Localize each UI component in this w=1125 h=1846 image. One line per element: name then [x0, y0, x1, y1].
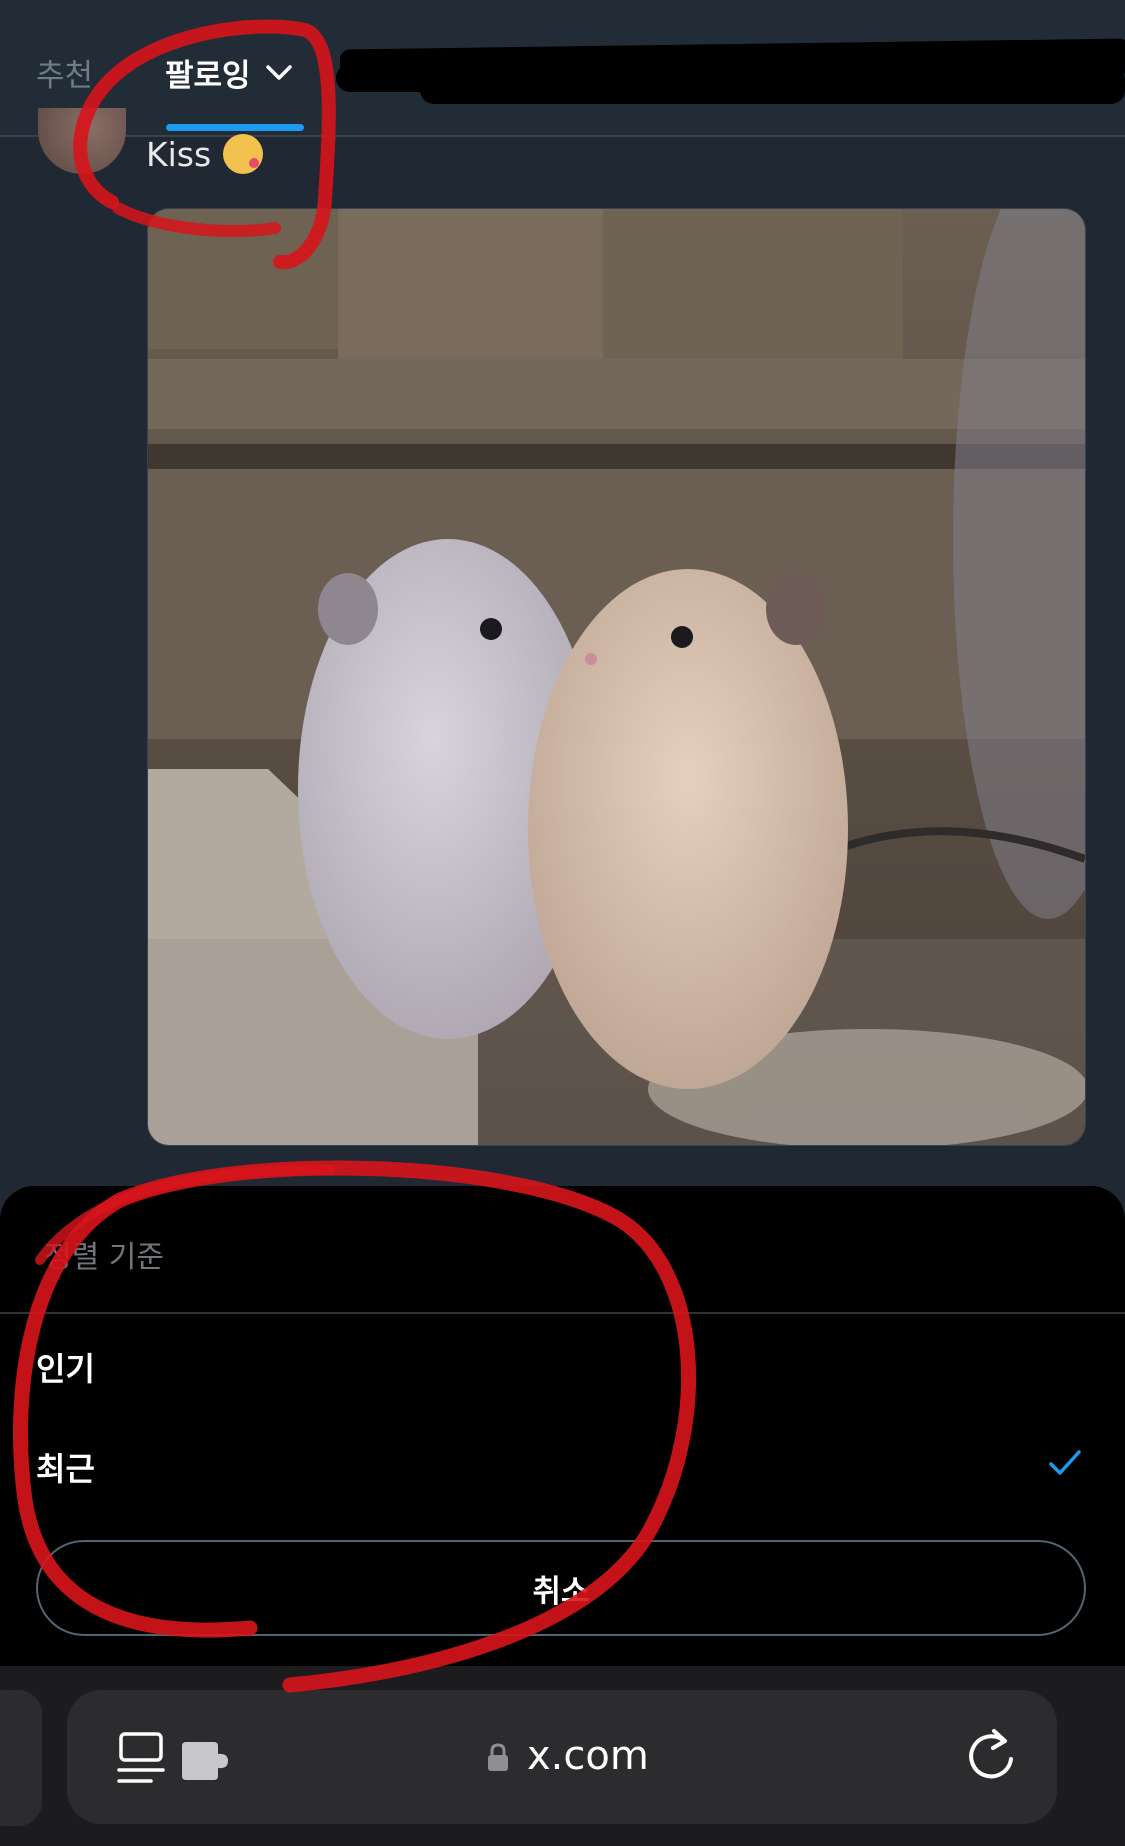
post-image[interactable]: [147, 208, 1086, 1146]
cancel-button-label: 취소: [532, 1573, 590, 1610]
tab-following[interactable]: 팔로잉: [165, 50, 293, 95]
active-tab-indicator: [166, 124, 304, 131]
sheet-title: 정렬 기준: [44, 1240, 164, 1275]
redaction-bar: [420, 66, 1125, 104]
previous-tab-preview[interactable]: [0, 1690, 42, 1826]
sort-option-popular[interactable]: 인기: [36, 1344, 95, 1390]
extension-puzzle-icon[interactable]: [180, 1740, 230, 1782]
sort-option-recent[interactable]: 최근: [36, 1444, 95, 1490]
reload-icon[interactable]: [964, 1725, 1020, 1785]
avatar[interactable]: [38, 108, 126, 174]
kissing-face-icon: [223, 134, 264, 174]
tab-recommended[interactable]: 추천: [36, 50, 93, 95]
redaction-bar: [336, 64, 446, 92]
chevron-down-icon: [265, 64, 292, 80]
checkmark-icon: [1049, 1450, 1081, 1475]
post-caption: Kiss: [146, 134, 212, 174]
tab-following-label: 팔로잉: [165, 58, 251, 94]
post-text: Kiss: [146, 134, 264, 174]
url-text: x.com: [527, 1733, 649, 1779]
hamster-photo: [148, 209, 1085, 1145]
lock-icon: [488, 1743, 508, 1771]
sheet-divider: [0, 1312, 1125, 1314]
reader-mode-icon[interactable]: [117, 1730, 165, 1786]
cancel-button[interactable]: 취소: [36, 1540, 1086, 1636]
